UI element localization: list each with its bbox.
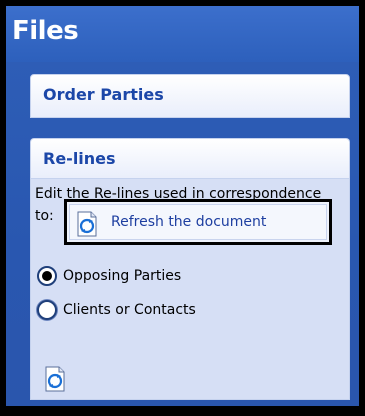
order-parties-section[interactable]: Order Parties: [30, 74, 350, 118]
radio-button-opposing-parties[interactable]: [37, 266, 57, 286]
radio-button-clients-or-contacts[interactable]: [37, 300, 57, 320]
radio-label-opposing-parties[interactable]: Opposing Parties: [63, 268, 181, 284]
window-frame: Files Order Parties Re-lines Edit the Re…: [0, 0, 365, 416]
relines-title[interactable]: Re-lines: [43, 149, 116, 168]
task-pane-title: Files: [12, 16, 79, 46]
refresh-document-highlight[interactable]: Refresh the document: [69, 204, 327, 240]
order-parties-header[interactable]: Order Parties: [30, 74, 350, 118]
radio-opposing-parties[interactable]: Opposing Parties: [37, 263, 181, 289]
refresh-document-icon[interactable]: [44, 366, 66, 392]
relines-header[interactable]: Re-lines: [30, 138, 350, 178]
refresh-document-link[interactable]: Refresh the document: [64, 199, 332, 245]
task-pane-header: Files: [6, 6, 359, 62]
order-parties-title[interactable]: Order Parties: [43, 85, 164, 104]
radio-label-clients-or-contacts[interactable]: Clients or Contacts: [63, 302, 196, 318]
refresh-document-link-icon[interactable]: [76, 211, 98, 237]
relines-section: Re-lines Edit the Re-lines used in corre…: [30, 138, 350, 400]
task-pane: Files Order Parties Re-lines Edit the Re…: [6, 6, 359, 406]
radio-clients-or-contacts[interactable]: Clients or Contacts: [37, 297, 196, 323]
refresh-document-label[interactable]: Refresh the document: [111, 214, 266, 230]
